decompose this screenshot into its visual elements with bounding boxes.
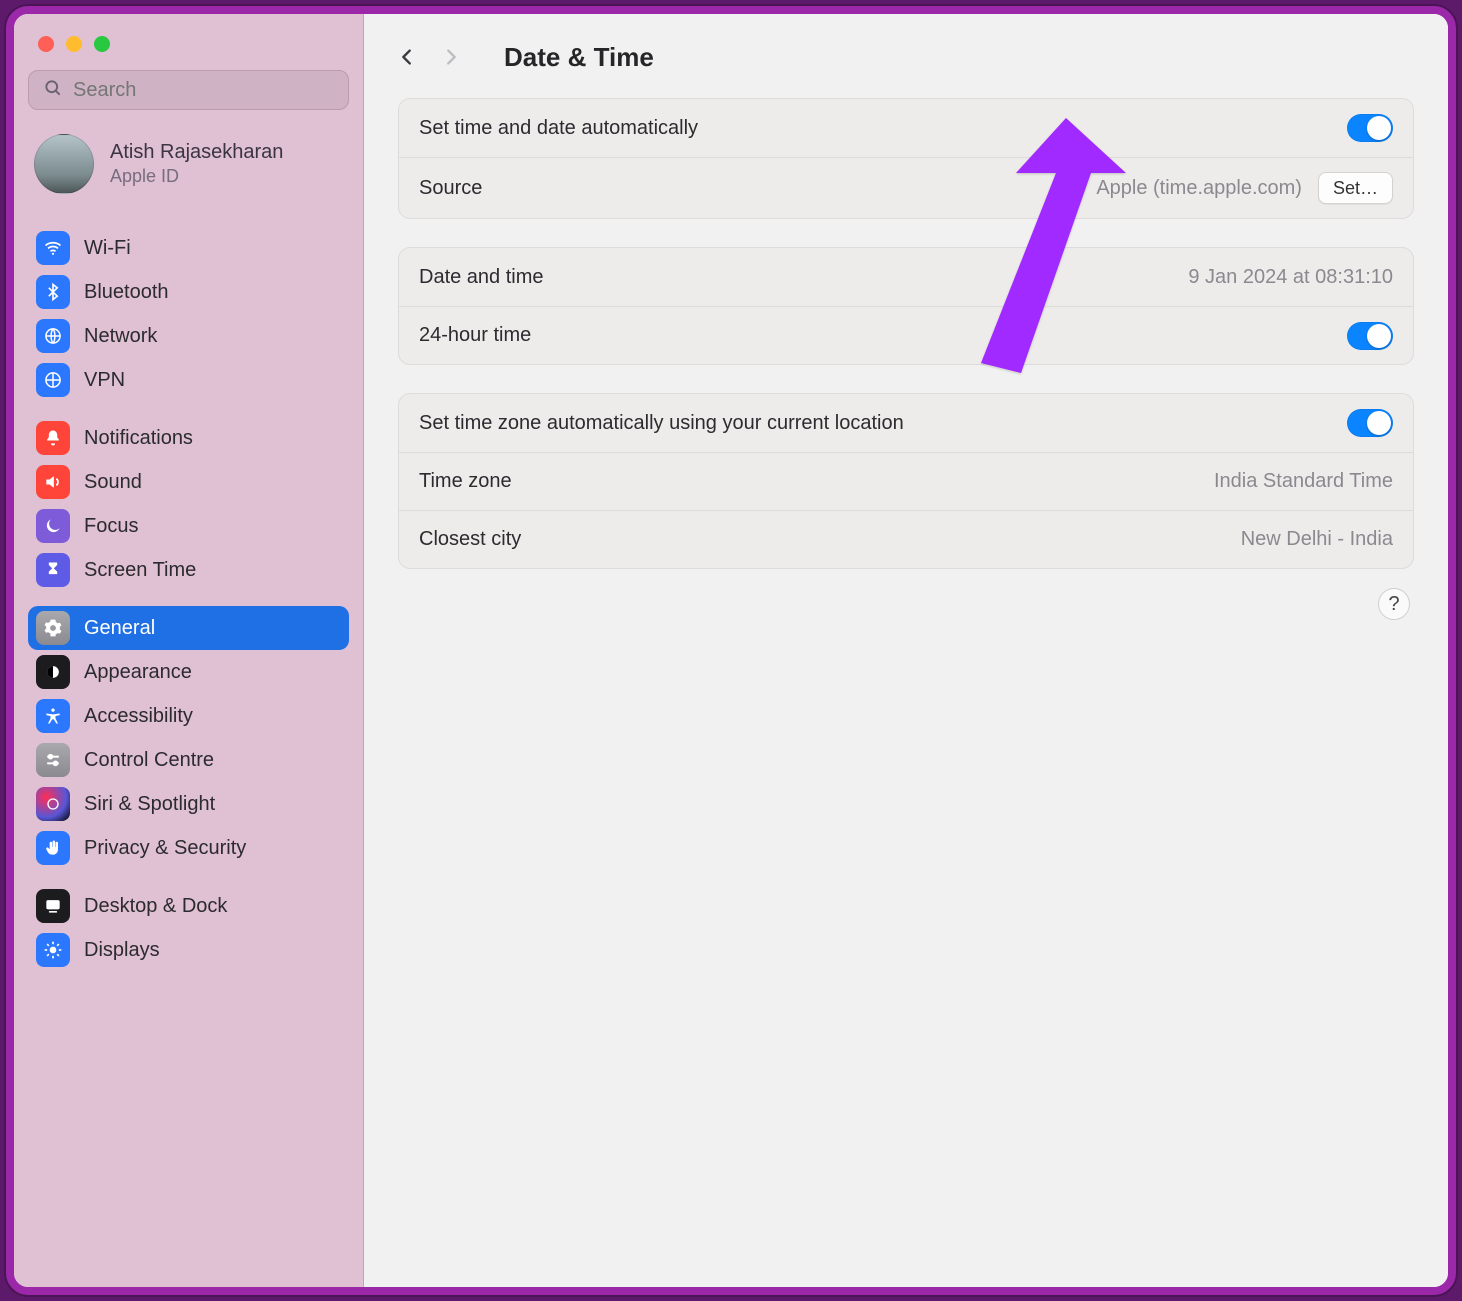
sidebar-item-focus[interactable]: Focus <box>28 504 349 548</box>
bell-icon <box>36 421 70 455</box>
minimize-window-button[interactable] <box>66 36 82 52</box>
card-date-time: Date and time 9 Jan 2024 at 08:31:10 24-… <box>398 247 1414 365</box>
dock-icon <box>36 889 70 923</box>
sidebar-item-label: Accessibility <box>84 705 193 728</box>
sidebar-item-label: Desktop & Dock <box>84 895 227 918</box>
appearance-icon <box>36 655 70 689</box>
source-value: Apple (time.apple.com) <box>1096 177 1302 200</box>
sidebar-item-label: Screen Time <box>84 559 196 582</box>
sidebar-item-label: Sound <box>84 471 142 494</box>
zoom-window-button[interactable] <box>94 36 110 52</box>
tz-label: Time zone <box>419 470 512 493</box>
search-icon <box>43 78 63 103</box>
wifi-icon <box>36 231 70 265</box>
sidebar-item-label: VPN <box>84 369 125 392</box>
closest-city-label: Closest city <box>419 528 521 551</box>
sidebar-item-sound[interactable]: Sound <box>28 460 349 504</box>
vpn-icon <box>36 363 70 397</box>
sidebar-item-accessibility[interactable]: Accessibility <box>28 694 349 738</box>
tz-value: India Standard Time <box>1214 470 1393 493</box>
tz-auto-toggle[interactable] <box>1347 409 1393 437</box>
avatar <box>34 134 94 194</box>
search-input[interactable] <box>73 79 338 102</box>
sidebar-item-displays[interactable]: Displays <box>28 928 349 972</box>
settings-window: Atish Rajasekharan Apple ID Wi-Fi Blueto… <box>6 6 1456 1295</box>
sidebar-item-vpn[interactable]: VPN <box>28 358 349 402</box>
globe-icon <box>36 319 70 353</box>
sidebar-item-bluetooth[interactable]: Bluetooth <box>28 270 349 314</box>
source-label: Source <box>419 177 482 200</box>
siri-icon <box>36 787 70 821</box>
sidebar-item-label: Control Centre <box>84 749 214 772</box>
sidebar-item-general[interactable]: General <box>28 606 349 650</box>
sidebar-item-label: Privacy & Security <box>84 837 246 860</box>
24h-toggle[interactable] <box>1347 322 1393 350</box>
nav-forward-button[interactable] <box>440 43 462 71</box>
sidebar-item-label: Displays <box>84 939 160 962</box>
speaker-icon <box>36 465 70 499</box>
sidebar-item-screen-time[interactable]: Screen Time <box>28 548 349 592</box>
sidebar-item-wifi[interactable]: Wi-Fi <box>28 226 349 270</box>
hourglass-icon <box>36 553 70 587</box>
auto-time-toggle[interactable] <box>1347 114 1393 142</box>
sidebar-item-label: Appearance <box>84 661 192 684</box>
sidebar-item-label: Network <box>84 325 157 348</box>
bluetooth-icon <box>36 275 70 309</box>
sidebar-item-network[interactable]: Network <box>28 314 349 358</box>
sidebar-item-label: Wi-Fi <box>84 237 131 260</box>
hand-icon <box>36 831 70 865</box>
close-window-button[interactable] <box>38 36 54 52</box>
accessibility-icon <box>36 699 70 733</box>
sidebar-item-siri-spotlight[interactable]: Siri & Spotlight <box>28 782 349 826</box>
account-name: Atish Rajasekharan <box>110 141 283 164</box>
card-time-zone: Set time zone automatically using your c… <box>398 393 1414 569</box>
sidebar-item-label: Siri & Spotlight <box>84 793 215 816</box>
sidebar-item-privacy-security[interactable]: Privacy & Security <box>28 826 349 870</box>
gear-icon <box>36 611 70 645</box>
date-time-value: 9 Jan 2024 at 08:31:10 <box>1188 266 1393 289</box>
account-row[interactable]: Atish Rajasekharan Apple ID <box>28 120 349 212</box>
closest-city-value: New Delhi - India <box>1241 528 1393 551</box>
sliders-icon <box>36 743 70 777</box>
brightness-icon <box>36 933 70 967</box>
moon-icon <box>36 509 70 543</box>
sidebar-item-appearance[interactable]: Appearance <box>28 650 349 694</box>
main-panel: Date & Time Set time and date automatica… <box>364 14 1448 1287</box>
window-controls <box>14 14 363 70</box>
page-title: Date & Time <box>504 42 654 73</box>
sidebar-item-label: Bluetooth <box>84 281 169 304</box>
source-set-button[interactable]: Set… <box>1318 172 1393 204</box>
sidebar-item-control-centre[interactable]: Control Centre <box>28 738 349 782</box>
date-time-label: Date and time <box>419 266 544 289</box>
24h-label: 24-hour time <box>419 324 531 347</box>
account-subtitle: Apple ID <box>110 166 283 187</box>
search-field[interactable] <box>28 70 349 110</box>
tz-auto-label: Set time zone automatically using your c… <box>419 412 904 435</box>
sidebar-item-label: Notifications <box>84 427 193 450</box>
auto-time-label: Set time and date automatically <box>419 117 698 140</box>
sidebar-item-label: General <box>84 617 155 640</box>
sidebar-item-label: Focus <box>84 515 138 538</box>
sidebar: Atish Rajasekharan Apple ID Wi-Fi Blueto… <box>14 14 364 1287</box>
sidebar-item-desktop-dock[interactable]: Desktop & Dock <box>28 884 349 928</box>
help-button[interactable]: ? <box>1378 588 1410 620</box>
nav-back-button[interactable] <box>396 43 418 71</box>
card-auto-time: Set time and date automatically Source A… <box>398 98 1414 219</box>
sidebar-item-notifications[interactable]: Notifications <box>28 416 349 460</box>
